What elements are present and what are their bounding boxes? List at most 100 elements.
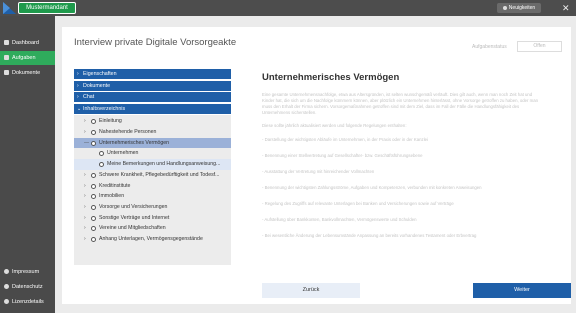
tree-body: › Einleitung › Nahestehende Personen — Unte… — [74, 115, 231, 266]
tree-item-einleitung[interactable]: › Einleitung — [74, 116, 231, 127]
status-circle-icon — [91, 119, 96, 125]
status-circle-icon — [91, 204, 96, 210]
section-label: Inhaltsverzeichnis — [83, 105, 126, 112]
table-of-contents-panel: › Eigenschaften › Dokumente › Chat ⌄ Inhalts… — [74, 69, 231, 273]
sidebar-item-label: Impressum — [12, 269, 40, 275]
sidebar-item-label: Aufgaben — [12, 55, 36, 61]
sidebar-item-label: Datenschutz — [12, 284, 43, 290]
tree-item-vertraege[interactable]: › Sonstige Verträge und Internet — [74, 213, 231, 224]
status-circle-icon — [91, 194, 96, 200]
chevron-right-icon: › — [84, 171, 86, 178]
license-icon — [4, 299, 9, 304]
content-area: Unternehmerisches Vermögen Eine gesamte … — [250, 69, 550, 279]
chevron-right-icon: › — [84, 118, 86, 125]
content-bullet: - Benennung einer Stellvertretung auf Ge… — [262, 153, 423, 158]
privacy-icon — [4, 284, 9, 289]
chevron-right-icon: › — [84, 129, 86, 136]
content-bullet: - Darstellung der wichtigsten Abläufe im… — [262, 137, 428, 142]
chevron-right-icon: › — [84, 203, 86, 210]
tree-item-krankheit[interactable]: › Schwere Krankheit, Pflegebedürftigkeit … — [74, 170, 231, 181]
news-label: Neuigkeiten — [508, 5, 536, 11]
content-bullet: - Bei wesentliche Änderung der Lebensums… — [262, 233, 477, 238]
chevron-right-icon: › — [77, 94, 79, 101]
collapse-icon: — — [84, 139, 89, 146]
sidebar-item-datenschutz[interactable]: Datenschutz — [0, 280, 55, 294]
chevron-right-icon: › — [84, 193, 86, 200]
next-button[interactable]: Weiter — [473, 283, 571, 298]
tree-item-immobilien[interactable]: › Immobilien — [74, 191, 231, 202]
task-state-label: Aufgabenstatus — [472, 44, 507, 50]
tree-item-vorsorge[interactable]: › Vorsorge und Versicherungen — [74, 202, 231, 213]
section-chat[interactable]: › Chat — [74, 92, 231, 103]
sidebar-item-lizenzdetails[interactable]: Lizenzdetails — [0, 295, 55, 309]
tree-item-label: Einleitung — [99, 118, 122, 125]
chevron-right-icon: › — [84, 225, 86, 232]
status-circle-icon — [99, 162, 104, 168]
sidebar-item-label: Lizenzdetails — [12, 299, 44, 305]
section-label: Chat — [83, 94, 95, 101]
sidebar-item-label: Dashboard — [12, 40, 39, 46]
status-circle-icon — [91, 140, 96, 146]
tree-item-bemerkungen[interactable]: Meine Bemerkungen und Handlungsanweisung… — [74, 159, 231, 170]
content-heading: Unternehmerisches Vermögen — [262, 72, 400, 83]
top-bar: Mustermandant Neuigkeiten ✕ — [0, 0, 576, 16]
tree-item-vereine[interactable]: › Vereine und Mitgliedschaften — [74, 223, 231, 234]
tree-item-label: Kreditinstitute — [99, 182, 131, 189]
info-icon — [4, 269, 9, 274]
section-label: Eigenschaften — [83, 71, 117, 77]
section-dokumente[interactable]: › Dokumente — [74, 80, 231, 91]
tree-item-label: Unternehmen — [107, 150, 139, 157]
sidebar-item-aufgaben[interactable]: Aufgaben — [0, 51, 55, 65]
close-icon[interactable]: ✕ — [562, 2, 570, 14]
tree-item-label: Vereine und Mitgliedschaften — [99, 225, 166, 232]
status-circle-icon — [91, 226, 96, 232]
document-icon — [4, 70, 9, 75]
content-bullet: - Regelung des Zugriffs auf relevante Un… — [262, 201, 454, 206]
app-logo-icon — [3, 2, 16, 14]
tree-item-label: Schwere Krankheit, Pflegebedürftigkeit u… — [99, 171, 220, 178]
section-eigenschaften[interactable]: › Eigenschaften — [74, 69, 231, 79]
tree-item-kreditinstitute[interactable]: › Kreditinstitute — [74, 181, 231, 192]
tree-item-label: Immobilien — [99, 193, 125, 200]
lightbulb-icon — [502, 5, 507, 10]
status-circle-icon — [91, 172, 96, 178]
sidebar-item-dokumente[interactable]: Dokumente — [0, 66, 55, 80]
chevron-down-icon: ⌄ — [77, 105, 82, 112]
content-bullet: - Benennung der wichtigsten Zahlungsströ… — [262, 185, 482, 190]
news-button[interactable]: Neuigkeiten — [497, 3, 541, 13]
tree-item-label: Anhang Unterlagen, Vermögensgegenstände — [99, 235, 203, 242]
back-button[interactable]: Zurück — [262, 283, 360, 298]
main-card: Interview private Digitale Vorsorgeakte … — [62, 27, 571, 304]
status-circle-icon — [91, 215, 96, 221]
content-bullet: - Ausstattung der Vertretung mit hinreic… — [262, 169, 375, 174]
sidebar-item-label: Dokumente — [12, 70, 41, 76]
content-lead: Diese sollte jährlich aktualisiert werde… — [262, 123, 407, 128]
sidebar: Dashboard Aufgaben Dokumente Impressum D… — [0, 16, 55, 313]
section-inhaltsverzeichnis[interactable]: ⌄ Inhaltsverzeichnis — [74, 103, 231, 114]
tree-item-label: Meine Bemerkungen und Handlungsanweisung… — [107, 161, 221, 168]
tree-item-unternehmerisches-vermoegen[interactable]: — Unternehmerisches Vermögen — [74, 137, 231, 149]
content-intro: Eine gesamte Unternehmensnachfolge, etwa… — [262, 92, 539, 115]
tree-item-label: Nahestehende Personen — [99, 129, 157, 136]
tree-item-unternehmen[interactable]: Unternehmen — [74, 148, 231, 159]
sidebar-item-dashboard[interactable]: Dashboard — [0, 36, 55, 50]
chevron-right-icon: › — [84, 235, 86, 242]
content-bullet: - Aufstellung über Bankkonten, Bankvollm… — [262, 217, 417, 222]
tree-item-anhang[interactable]: › Anhang Unterlagen, Vermögensgegenstände — [74, 234, 231, 245]
page-title: Interview private Digitale Vorsorgeakte — [74, 37, 237, 48]
sidebar-item-impressum[interactable]: Impressum — [0, 265, 55, 279]
chevron-right-icon: › — [84, 214, 86, 221]
task-state-select[interactable]: Offen — [517, 41, 562, 52]
status-circle-icon — [91, 130, 96, 136]
tasks-icon — [4, 55, 9, 60]
tree-item-label: Unternehmerisches Vermögen — [99, 139, 170, 146]
chevron-right-icon: › — [77, 71, 79, 77]
status-circle-icon — [99, 151, 104, 157]
tree-item-label: Sonstige Verträge und Internet — [99, 214, 170, 221]
mandant-selector[interactable]: Mustermandant — [18, 2, 76, 14]
status-circle-icon — [91, 183, 96, 189]
tree-item-label: Vorsorge und Versicherungen — [99, 203, 168, 210]
tree-item-nahestehende-personen[interactable]: › Nahestehende Personen — [74, 127, 231, 138]
section-label: Dokumente — [83, 82, 111, 89]
chevron-right-icon: › — [84, 182, 86, 189]
